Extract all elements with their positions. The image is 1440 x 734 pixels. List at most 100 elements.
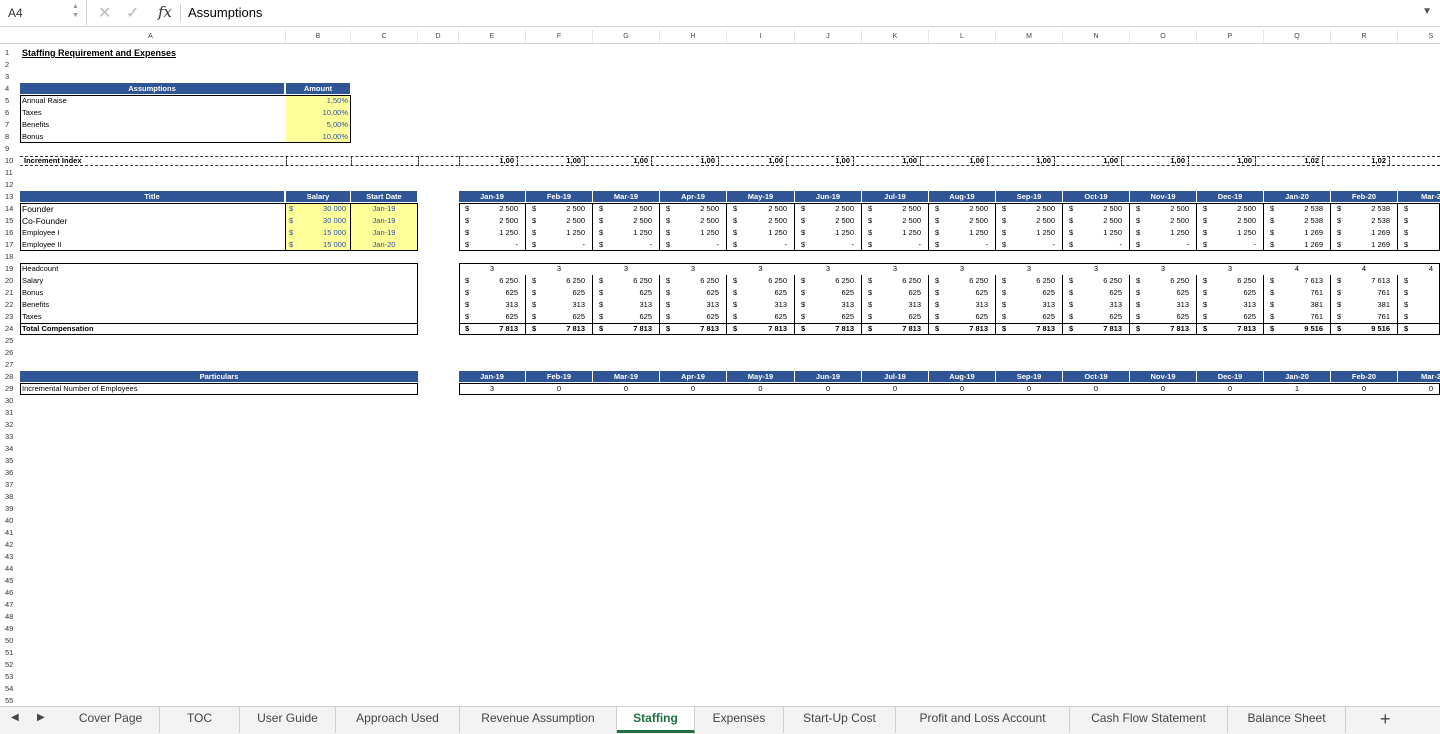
row-header[interactable]: 27 (0, 359, 21, 371)
month-header[interactable]: Jul-19 (862, 371, 928, 382)
row-header[interactable]: 5 (0, 95, 21, 107)
increment-value[interactable]: 1,00 (660, 155, 715, 167)
month-header[interactable]: Nov-19 (1130, 371, 1196, 382)
month-header[interactable]: Jun-19 (795, 191, 861, 202)
month-header[interactable]: Jan-20 (1264, 191, 1330, 202)
month-header[interactable]: Oct-19 (1063, 191, 1129, 202)
month-header[interactable]: Apr-19 (660, 191, 726, 202)
row-header[interactable]: 44 (0, 563, 21, 575)
column-header[interactable]: G (593, 30, 660, 43)
column-header[interactable]: O (1130, 30, 1197, 43)
month-header[interactable]: Jun-19 (795, 371, 861, 382)
month-header[interactable]: Mar-2 (1398, 371, 1440, 382)
row-header[interactable]: 31 (0, 407, 21, 419)
column-header[interactable]: L (929, 30, 996, 43)
row-header[interactable]: 42 (0, 539, 21, 551)
column-header[interactable]: E (459, 30, 526, 43)
particulars-header[interactable]: Particulars (20, 371, 418, 382)
month-header[interactable]: Mar-19 (593, 371, 659, 382)
row-header[interactable]: 32 (0, 419, 21, 431)
column-header[interactable]: B (286, 30, 351, 43)
row-header[interactable]: 24 (0, 323, 21, 335)
month-header[interactable]: Aug-19 (929, 371, 995, 382)
next-sheet-icon[interactable]: ▶ (37, 712, 45, 723)
month-header[interactable]: Nov-19 (1130, 191, 1196, 202)
spreadsheet-grid[interactable]: 1 2 3 4 5 6 7 8 9 10 11 12 13 14 15 16 17 18 19 20 21 22 23 24 2… (0, 43, 1440, 705)
confirm-icon[interactable]: ✓ (126, 3, 139, 23)
row-header[interactable]: 15 (0, 215, 21, 227)
sheet-tab[interactable]: Cover Page (62, 707, 160, 733)
month-header[interactable]: Feb-20 (1331, 371, 1397, 382)
row-header[interactable]: 50 (0, 635, 21, 647)
increment-label[interactable]: Increment Index (24, 155, 274, 167)
row-header[interactable]: 34 (0, 443, 21, 455)
column-header[interactable]: C (351, 30, 418, 43)
increment-value[interactable]: 1,02 (1264, 155, 1319, 167)
increment-value[interactable]: 1,00 (1197, 155, 1252, 167)
sheet-tab[interactable]: Revenue Assumption (460, 707, 617, 733)
month-header[interactable]: Mar-2 (1398, 191, 1440, 202)
row-header[interactable]: 52 (0, 659, 21, 671)
row-header[interactable]: 11 (0, 167, 21, 179)
increment-value[interactable]: 1,00 (996, 155, 1051, 167)
month-header[interactable]: Feb-19 (526, 191, 592, 202)
increment-value[interactable]: 1,00 (1063, 155, 1118, 167)
month-header[interactable]: Dec-19 (1197, 371, 1263, 382)
row-header[interactable]: 39 (0, 503, 21, 515)
increment-value[interactable]: 1,00 (929, 155, 984, 167)
column-header[interactable]: N (1063, 30, 1130, 43)
row-header[interactable]: 33 (0, 431, 21, 443)
column-header[interactable]: S (1398, 30, 1440, 43)
row-header[interactable]: 51 (0, 647, 21, 659)
sheet-tab[interactable]: Approach Used (336, 707, 460, 733)
amount-header[interactable]: Amount (286, 83, 350, 94)
increment-value[interactable]: 1,00 (593, 155, 648, 167)
month-header[interactable]: Jan-20 (1264, 371, 1330, 382)
start-date-header[interactable]: Start Date (351, 191, 417, 202)
row-header[interactable]: 55 (0, 695, 21, 705)
formula-input[interactable]: Assumptions (188, 5, 262, 20)
row-header[interactable]: 18 (0, 251, 21, 263)
row-header[interactable]: 47 (0, 599, 21, 611)
month-header[interactable]: Jan-19 (459, 191, 525, 202)
column-header[interactable]: K (862, 30, 929, 43)
sheet-tab[interactable]: Expenses (695, 707, 784, 733)
month-header[interactable]: Oct-19 (1063, 371, 1129, 382)
month-header[interactable]: Sep-19 (996, 371, 1062, 382)
row-header[interactable]: 30 (0, 395, 21, 407)
row-header[interactable]: 35 (0, 455, 21, 467)
column-header[interactable]: H (660, 30, 727, 43)
salary-header[interactable]: Salary (286, 191, 350, 202)
month-header[interactable]: Mar-19 (593, 191, 659, 202)
column-header[interactable]: R (1331, 30, 1398, 43)
month-header[interactable]: May-19 (727, 191, 794, 202)
row-header[interactable]: 16 (0, 227, 21, 239)
column-header[interactable]: M (996, 30, 1063, 43)
row-header[interactable]: 2 (0, 59, 21, 71)
sheet-tab[interactable]: Profit and Loss Account (896, 707, 1070, 733)
month-header[interactable]: Apr-19 (660, 371, 726, 382)
add-sheet-icon[interactable]: + (1380, 709, 1391, 730)
increment-value[interactable]: 1,00 (1130, 155, 1185, 167)
row-header[interactable]: 28 (0, 371, 21, 383)
column-header[interactable]: F (526, 30, 593, 43)
name-box[interactable]: A4 ▲ ▼ (0, 0, 87, 25)
row-header[interactable]: 49 (0, 623, 21, 635)
row-header[interactable]: 8 (0, 131, 21, 143)
month-header[interactable]: May-19 (727, 371, 794, 382)
sheet-tab[interactable]: Cash Flow Statement (1070, 707, 1228, 733)
column-header[interactable]: D (418, 30, 459, 43)
row-header[interactable]: 3 (0, 71, 21, 83)
column-header[interactable]: P (1197, 30, 1264, 43)
row-header[interactable]: 40 (0, 515, 21, 527)
sheet-title[interactable]: Staffing Requirement and Expenses (22, 47, 322, 59)
row-header[interactable]: 45 (0, 575, 21, 587)
row-header[interactable]: 6 (0, 107, 21, 119)
increment-value[interactable]: 1,00 (727, 155, 783, 167)
row-header[interactable]: 25 (0, 335, 21, 347)
formula-expand-icon[interactable]: ▼ (1422, 6, 1432, 17)
column-header[interactable]: A (16, 30, 286, 43)
row-header[interactable]: 22 (0, 299, 21, 311)
increment-value[interactable]: 1,00 (862, 155, 917, 167)
column-header[interactable]: Q (1264, 30, 1331, 43)
